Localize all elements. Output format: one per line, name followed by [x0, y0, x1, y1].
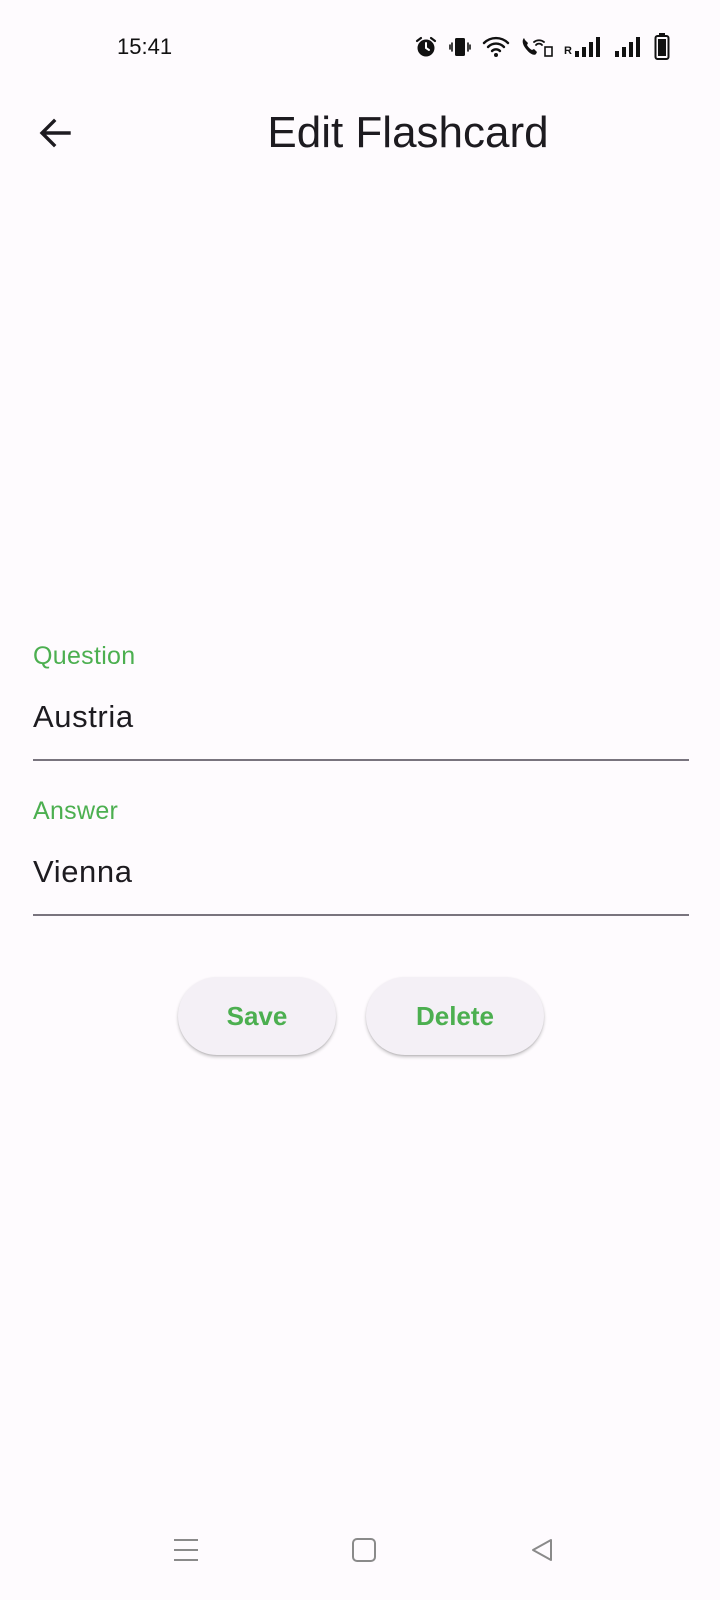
battery-icon — [654, 33, 670, 61]
roaming-label: R — [564, 45, 572, 57]
screen: 15:41 R Edit Flashcard Question Austria … — [0, 0, 720, 1600]
question-input[interactable] — [33, 693, 689, 741]
answer-input[interactable] — [33, 848, 689, 896]
delete-button[interactable]: Delete — [366, 977, 544, 1055]
wifi-calling-icon — [520, 35, 554, 59]
answer-field[interactable]: Answer — [33, 797, 689, 916]
back-triangle-icon — [532, 1539, 552, 1561]
nav-back-button[interactable] — [520, 1530, 564, 1570]
answer-underline — [33, 914, 689, 916]
question-underline — [33, 759, 689, 761]
nav-home-button[interactable] — [342, 1530, 386, 1570]
page-title: Edit Flashcard — [267, 108, 549, 157]
nav-menu-button[interactable] — [164, 1530, 208, 1570]
save-button[interactable]: Save — [178, 977, 336, 1055]
menu-icon — [174, 1539, 198, 1561]
status-icons: R — [414, 32, 670, 62]
signal-icon — [614, 35, 644, 59]
app-bar: Edit Flashcard — [0, 96, 720, 168]
nav-bar — [0, 1500, 720, 1600]
wifi-icon — [482, 35, 510, 59]
alarm-icon — [414, 35, 438, 59]
question-label: Question — [33, 642, 136, 670]
vibrate-icon — [448, 35, 472, 59]
home-icon — [352, 1538, 376, 1562]
question-field[interactable]: Question — [33, 642, 689, 761]
status-time: 15:41 — [117, 34, 173, 59]
status-bar: 15:41 R — [0, 0, 720, 96]
answer-label: Answer — [33, 797, 119, 825]
signal-roaming-icon: R — [564, 35, 604, 59]
